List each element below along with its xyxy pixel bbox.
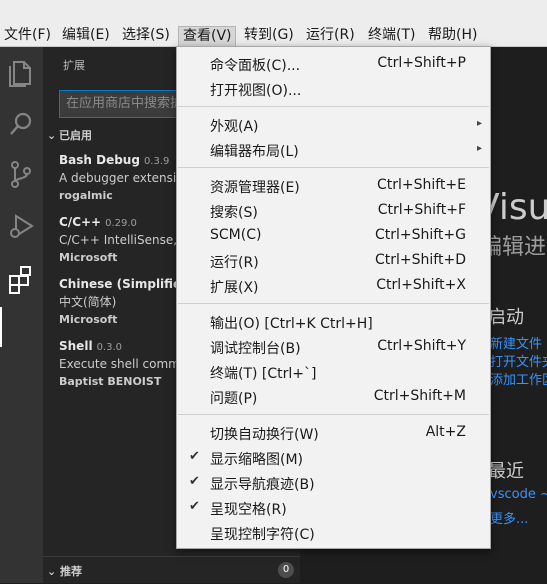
menu-item-label: 问题(P) (210, 391, 258, 407)
view-menu-item[interactable]: 编辑器布局(L) ▸ (177, 137, 490, 162)
menu-item-label: 打开视图(O)... (210, 83, 302, 99)
menu-separator (178, 303, 489, 304)
sidebar-title: 扩展 (63, 59, 85, 72)
menu-item-label: 外观(A) (210, 119, 259, 135)
view-menu-item[interactable]: 切换自动换行(W) Alt+Z (177, 420, 490, 445)
submenu-arrow-icon: ▸ (476, 118, 482, 129)
recommended-count-badge: 0 (278, 562, 294, 578)
menu-item-shortcut: Alt+Z (425, 424, 466, 440)
menu-item-label: 编辑器布局(L) (210, 144, 299, 160)
submenu-arrow-icon: ▸ (476, 143, 482, 154)
menu-item[interactable]: 终端(T) (364, 26, 420, 47)
search-icon[interactable] (4, 107, 38, 141)
menu-item-label: 呈现控制字符(C) (210, 527, 315, 543)
menu-item-shortcut: Ctrl+Shift+M (373, 388, 466, 404)
menu-separator (178, 167, 489, 168)
view-menu-item[interactable]: ✔ 显示缩略图(M) (177, 445, 490, 470)
view-menu-item[interactable]: 扩展(X) Ctrl+Shift+X (177, 273, 490, 298)
installed-label: 已启用 (59, 129, 92, 142)
menu-item[interactable]: 编辑(E) (58, 26, 114, 47)
menu-item-label: 呈现空格(R) (210, 502, 287, 518)
menu-item-shortcut: Ctrl+Shift+Y (377, 338, 466, 354)
menu-item-label: 调试控制台(B) (210, 341, 301, 357)
checkmark-icon: ✔ (189, 474, 200, 489)
files-icon[interactable] (4, 56, 38, 90)
menu-item-label: 扩展(X) (210, 280, 259, 296)
menu-item[interactable]: 文件(F) (0, 26, 54, 47)
view-menu-item[interactable]: 终端(T) [Ctrl+`] (177, 359, 490, 384)
menu-item[interactable]: 运行(R) (302, 26, 360, 47)
recent-heading: 最近 (488, 461, 524, 482)
view-menu-item[interactable]: SCM(C) Ctrl+Shift+G (177, 223, 490, 248)
view-menu-item[interactable]: 输出(O) [Ctrl+K Ctrl+H] (177, 309, 490, 334)
view-menu-item[interactable]: ✔ 呈现空格(R) (177, 495, 490, 520)
menu-separator (178, 414, 489, 415)
menu-item-shortcut: Ctrl+Shift+D (375, 252, 466, 268)
menu-item-label: 资源管理器(E) (210, 180, 300, 196)
extensions-icon[interactable] (4, 262, 38, 296)
menu-item[interactable]: 选择(S) (118, 26, 174, 47)
extension-version: 0.29.0 (105, 218, 137, 229)
extension-name: Shell (59, 339, 93, 353)
view-menu-item[interactable]: 呈现控制字符(C) (177, 520, 490, 545)
view-menu-item[interactable]: 资源管理器(E) Ctrl+Shift+E (177, 173, 490, 198)
view-menu-item[interactable]: 搜索(S) Ctrl+Shift+F (177, 198, 490, 223)
installed-section-header[interactable]: ⌄ 已启用 (47, 127, 92, 143)
menu-item-label: 显示导航痕迹(B) (210, 477, 315, 493)
recent-item[interactable]: vscode ~ (490, 487, 547, 502)
view-menu-item[interactable]: 问题(P) Ctrl+Shift+M (177, 384, 490, 409)
view-menu-item[interactable]: 运行(R) Ctrl+Shift+D (177, 248, 490, 273)
recommended-label: 推荐 (60, 565, 83, 578)
menu-item-label: 搜索(S) (210, 205, 258, 221)
recommended-section-header[interactable]: ⌄ 推荐 0 (43, 556, 300, 584)
checkmark-icon: ✔ (189, 449, 200, 464)
extension-version: 0.3.0 (96, 342, 123, 353)
menu-item-shortcut: Ctrl+Shift+G (374, 227, 466, 243)
menu-item-label: 运行(R) (210, 255, 259, 271)
menu-item-label: 命令面板(C)... (210, 58, 301, 74)
run-debug-icon[interactable] (4, 209, 38, 243)
view-menu-item[interactable]: 外观(A) ▸ (177, 112, 490, 137)
menu-item-label: 切换自动换行(W) (210, 427, 319, 443)
menu-item-label: 终端(T) [Ctrl+`] (210, 366, 317, 382)
start-heading: 启动 (488, 307, 524, 328)
active-indicator (0, 307, 2, 347)
extension-version: 0.3.9 (143, 156, 170, 167)
menu-item[interactable]: 查看(V) (178, 26, 236, 47)
menu-item-label: SCM(C) (210, 227, 262, 243)
open-folder-link[interactable]: 打开文件夹... (490, 351, 547, 370)
menu-item[interactable]: 转到(G) (240, 26, 298, 47)
checkmark-icon: ✔ (189, 499, 200, 514)
view-menu-dropdown: 命令面板(C)... Ctrl+Shift+P 打开视图(O)... 外观(A) ▸ 编辑… (176, 46, 491, 549)
menu-item-shortcut: Ctrl+Shift+P (377, 55, 466, 71)
menu-item-label: 显示缩略图(M) (210, 452, 304, 468)
activity-bar (0, 47, 43, 583)
extension-name: C/C++ (59, 215, 102, 229)
view-menu-item[interactable]: 命令面板(C)... Ctrl+Shift+P (177, 51, 490, 76)
menu-bar: 文件(F) 编辑(E) 选择(S) 查看(V) 转到(G) 运行(R) 终端(T) 帮助(H) (0, 0, 547, 47)
extension-name: Bash Debug (59, 153, 140, 167)
view-menu-item[interactable]: 打开视图(O)... (177, 76, 490, 101)
view-menu-item[interactable]: ✔ 显示导航痕迹(B) (177, 470, 490, 495)
new-file-link[interactable]: 新建文件 (490, 333, 542, 352)
menu-item-shortcut: Ctrl+Shift+E (376, 177, 466, 193)
menu-item-label: 输出(O) [Ctrl+K Ctrl+H] (210, 316, 373, 332)
menu-item-shortcut: Ctrl+Shift+F (377, 202, 466, 218)
view-menu-item[interactable]: 调试控制台(B) Ctrl+Shift+Y (177, 334, 490, 359)
more-recent-link[interactable]: 更多... (490, 508, 528, 527)
chevron-down-icon: ⌄ (47, 129, 57, 142)
menu-separator (178, 106, 489, 107)
menu-item[interactable]: 帮助(H) (424, 26, 482, 47)
add-workspace-folder-link[interactable]: 添加工作区文件夹... (490, 369, 547, 388)
menu-item-shortcut: Ctrl+Shift+X (376, 277, 466, 293)
chevron-down-icon: ⌄ (47, 565, 61, 578)
source-control-icon[interactable] (4, 157, 38, 191)
